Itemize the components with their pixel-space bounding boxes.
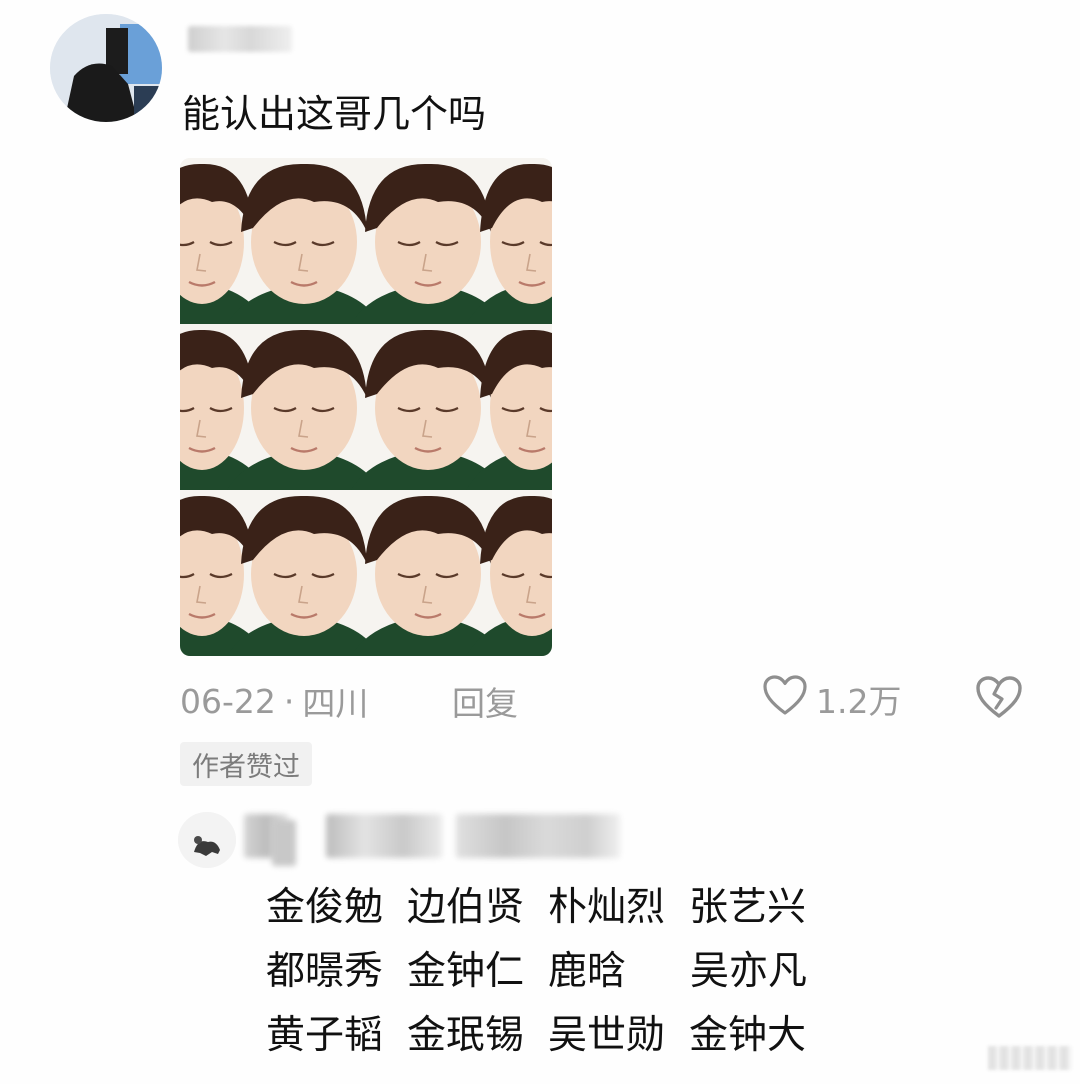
member-name: 金俊勉 xyxy=(266,885,384,930)
comment-date: 06-22 xyxy=(180,681,276,721)
member-name: 金钟大 xyxy=(689,1013,807,1058)
face-row xyxy=(180,158,552,324)
reply-line: 都暻秀 金钟仁 鹿晗 吴亦凡 xyxy=(266,940,831,1004)
member-name: 边伯贤 xyxy=(407,885,525,930)
member-name: 朴灿烈 xyxy=(548,885,666,930)
face-row xyxy=(180,324,552,490)
member-name: 金珉锡 xyxy=(407,1013,525,1058)
commenter-username-blurred[interactable] xyxy=(188,26,292,52)
heart-outline-icon xyxy=(762,674,816,724)
comment-meta: 06-22 · 四川 xyxy=(180,676,368,726)
broken-heart-icon xyxy=(974,676,1024,724)
comment-location: 四川 xyxy=(302,684,369,723)
member-name: 金钟仁 xyxy=(407,949,525,994)
face-row xyxy=(180,490,552,656)
member-name: 都暻秀 xyxy=(266,949,384,994)
commenter-avatar[interactable] xyxy=(50,14,162,122)
like-button[interactable]: 1.2万 xyxy=(762,672,901,726)
member-name: 吴亦凡 xyxy=(690,949,808,994)
reply-line: 黄子韬 金珉锡 吴世勋 金钟大 xyxy=(266,1004,831,1068)
member-name: 吴世勋 xyxy=(548,1013,666,1058)
reply-target-blurred xyxy=(326,814,442,858)
member-name: 张艺兴 xyxy=(689,885,807,930)
comment-page: 能认出这哥几个吗 06-22 · 四川 回复 1.2万 作者赞过 金俊勉 边伯贤… xyxy=(0,0,1080,1084)
reply-line: 金俊勉 边伯贤 朴灿烈 张艺兴 xyxy=(266,876,831,940)
reply-button[interactable]: 回复 xyxy=(452,676,518,726)
member-name: 黄子韬 xyxy=(266,1013,384,1058)
comment-image[interactable] xyxy=(180,158,552,656)
comment-text: 能认出这哥几个吗 xyxy=(182,92,487,136)
like-count: 1.2万 xyxy=(816,682,902,721)
author-liked-badge: 作者赞过 xyxy=(180,742,312,786)
replier-username-blurred-part xyxy=(272,820,296,866)
reply-text: 金俊勉 边伯贤 朴灿烈 张艺兴 都暻秀 金钟仁 鹿晗 吴亦凡 黄子韬 金珉锡 吴… xyxy=(266,876,831,1068)
dislike-button[interactable] xyxy=(974,674,1024,724)
replier-avatar[interactable] xyxy=(178,812,236,868)
meta-separator: · xyxy=(283,681,295,721)
watermark-blurred xyxy=(988,1046,1072,1070)
member-name: 鹿晗 xyxy=(548,949,627,994)
reply-target-blurred-part xyxy=(456,814,620,858)
